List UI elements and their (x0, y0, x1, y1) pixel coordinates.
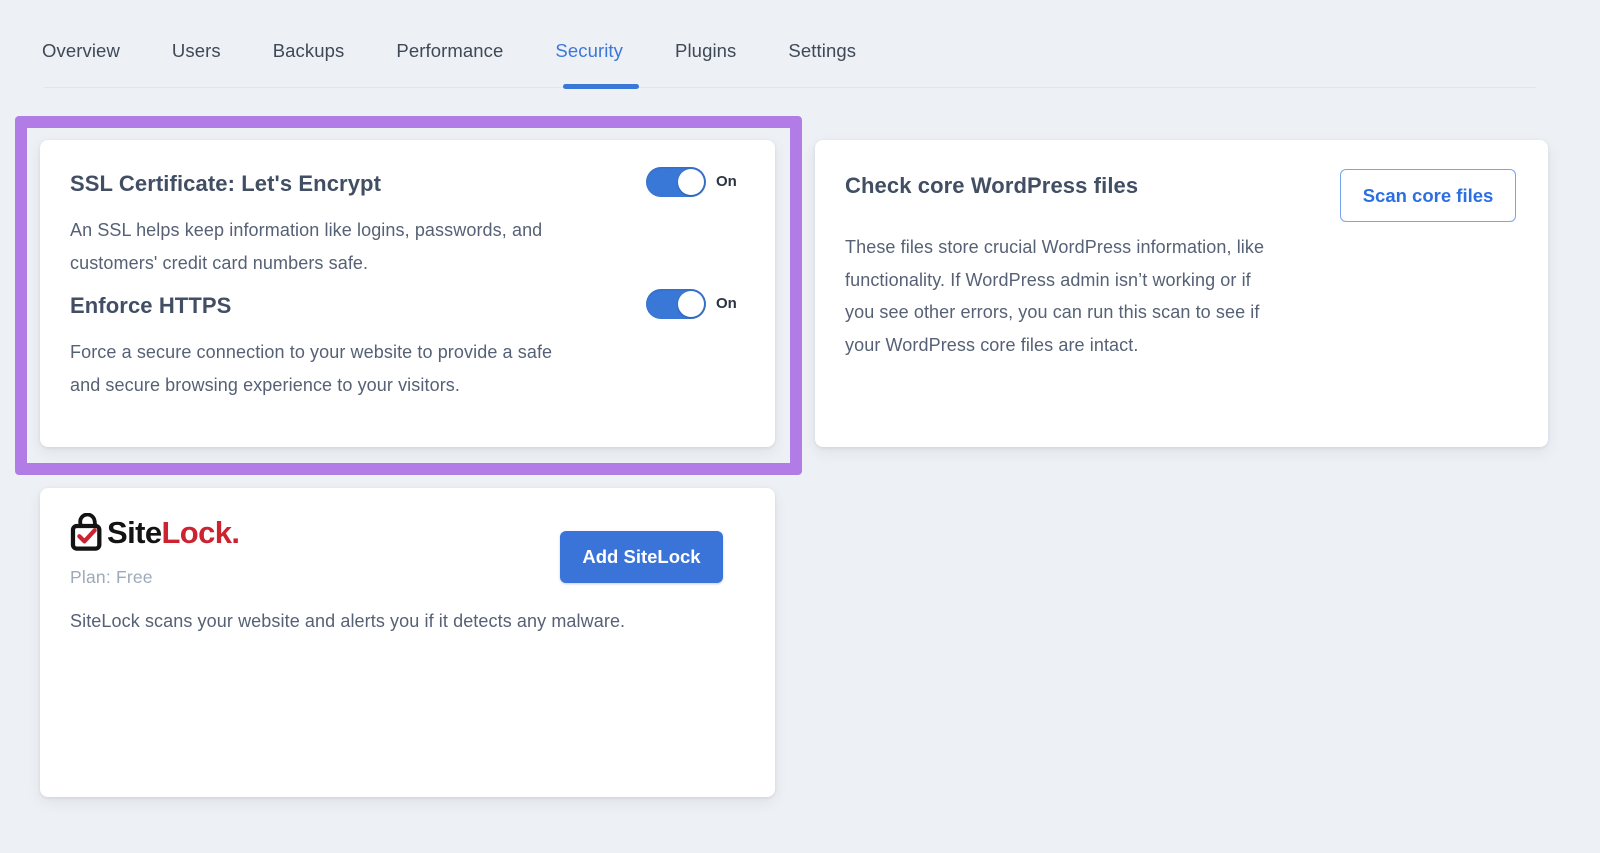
https-toggle-state-label: On (716, 295, 737, 312)
ssl-toggle[interactable] (646, 167, 706, 197)
tab-security[interactable]: Security (555, 40, 623, 62)
tab-performance[interactable]: Performance (396, 40, 503, 62)
sitelock-logo: SiteLock. (70, 513, 239, 551)
add-sitelock-button[interactable]: Add SiteLock (560, 531, 723, 583)
sitelock-wordmark: SiteLock. (107, 517, 239, 548)
tabbar-divider (44, 87, 1536, 88)
tab-settings[interactable]: Settings (788, 40, 856, 62)
tab-users[interactable]: Users (172, 40, 221, 62)
sitelock-plan-label: Plan: Free (70, 567, 153, 588)
ssl-description: An SSL helps keep information like login… (70, 214, 542, 279)
ssl-toggle-state-label: On (716, 173, 737, 190)
enforce-https-toggle[interactable] (646, 289, 706, 319)
tab-backups[interactable]: Backups (273, 40, 345, 62)
sitelock-description: SiteLock scans your website and alerts y… (70, 605, 625, 638)
sitelock-card: SiteLock. Plan: Free Add SiteLock SiteLo… (40, 488, 775, 797)
core-files-title: Check core WordPress files (845, 173, 1138, 199)
site-tabs: Overview Users Backups Performance Secur… (42, 40, 856, 62)
active-tab-indicator (563, 84, 639, 89)
core-files-description: These files store crucial WordPress info… (845, 231, 1264, 361)
enforce-https-description: Force a secure connection to your websit… (70, 336, 552, 401)
toggle-knob-icon (678, 169, 704, 195)
tab-overview[interactable]: Overview (42, 40, 120, 62)
toggle-knob-icon (678, 291, 704, 317)
sitelock-lock-icon (70, 513, 104, 551)
security-page: Overview Users Backups Performance Secur… (0, 0, 1600, 853)
scan-core-files-button[interactable]: Scan core files (1340, 169, 1516, 222)
core-files-card: Check core WordPress files Scan core fil… (815, 140, 1548, 447)
enforce-https-title: Enforce HTTPS (70, 293, 231, 319)
ssl-certificate-title: SSL Certificate: Let's Encrypt (70, 171, 381, 197)
tab-plugins[interactable]: Plugins (675, 40, 736, 62)
ssl-card: SSL Certificate: Let's Encrypt On An SSL… (40, 140, 775, 447)
